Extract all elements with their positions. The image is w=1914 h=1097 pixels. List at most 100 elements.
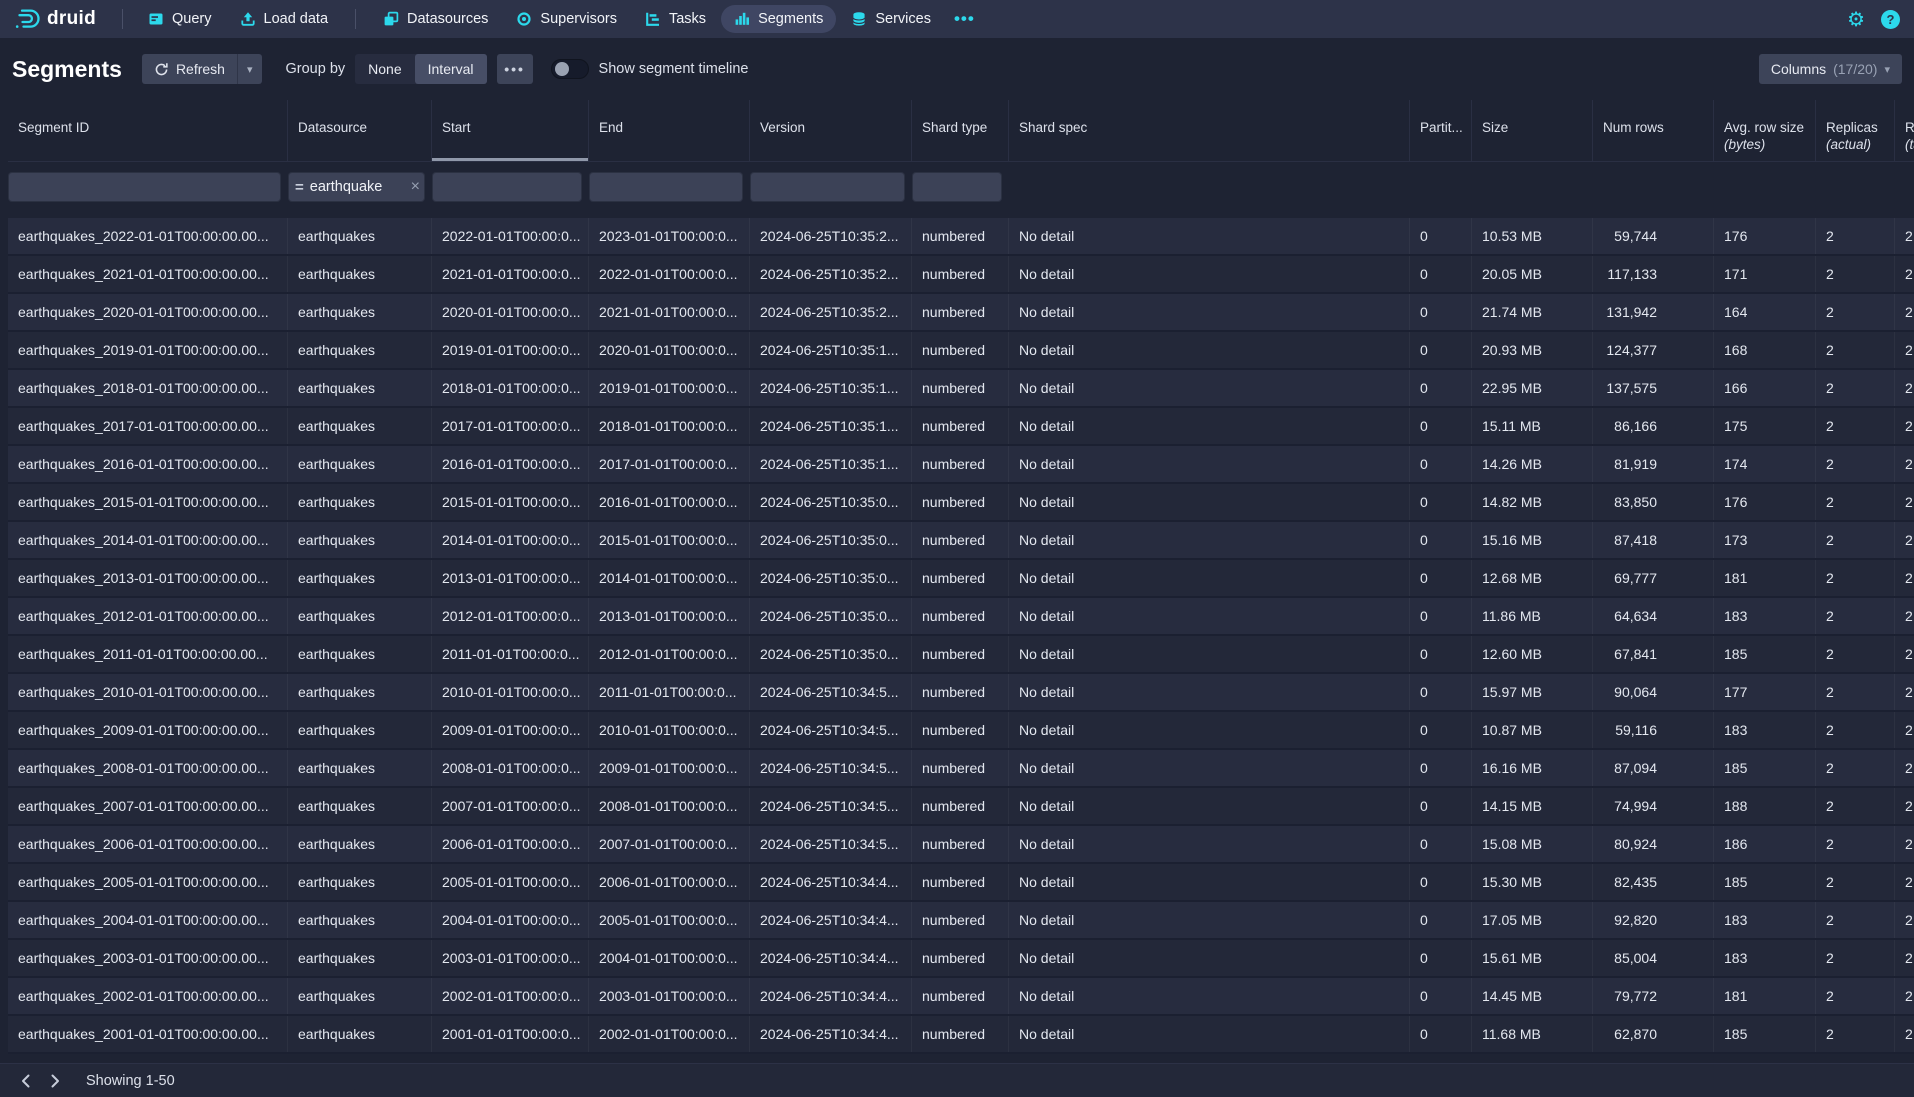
cell-shard_type[interactable]: numbered [912, 750, 1009, 786]
cell-version[interactable]: 2024-06-25T10:34:5... [750, 826, 912, 862]
cell-version[interactable]: 2024-06-25T10:34:5... [750, 750, 912, 786]
cell-partition[interactable]: 0 [1410, 598, 1472, 634]
cell-shard_spec[interactable]: No detail [1009, 788, 1410, 824]
cell-shard_spec[interactable]: No detail [1009, 826, 1410, 862]
cell-avg_row_size[interactable]: 186 [1714, 826, 1816, 862]
previous-page-button[interactable] [10, 1068, 40, 1094]
cell-replicas[interactable]: 2 [1816, 750, 1895, 786]
cell-replication_factor[interactable]: 2 [1895, 446, 1914, 482]
cell-version[interactable]: 2024-06-25T10:35:2... [750, 256, 912, 292]
cell-shard_type[interactable]: numbered [912, 902, 1009, 938]
nav-item-query[interactable]: Query [135, 5, 225, 33]
cell-shard_type[interactable]: numbered [912, 598, 1009, 634]
cell-start[interactable]: 2022-01-01T00:00:0... [432, 218, 589, 254]
cell-replicas[interactable]: 2 [1816, 674, 1895, 710]
cell-size[interactable]: 15.30 MB [1472, 864, 1593, 900]
cell-replication_factor[interactable]: 2 [1895, 256, 1914, 292]
cell-start[interactable]: 2013-01-01T00:00:0... [432, 560, 589, 596]
cell-version[interactable]: 2024-06-25T10:35:2... [750, 218, 912, 254]
cell-start[interactable]: 2019-01-01T00:00:0... [432, 332, 589, 368]
cell-datasource[interactable]: earthquakes [288, 636, 432, 672]
cell-version[interactable]: 2024-06-25T10:35:2... [750, 294, 912, 330]
cell-segment_id[interactable]: earthquakes_2004-01-01T00:00:00.00... [8, 902, 288, 938]
cell-version[interactable]: 2024-06-25T10:34:4... [750, 902, 912, 938]
cell-partition[interactable]: 0 [1410, 522, 1472, 558]
group-by-option-none[interactable]: None [355, 54, 414, 84]
cell-avg_row_size[interactable]: 176 [1714, 218, 1816, 254]
cell-avg_row_size[interactable]: 174 [1714, 446, 1816, 482]
cell-start[interactable]: 2011-01-01T00:00:0... [432, 636, 589, 672]
cell-datasource[interactable]: earthquakes [288, 750, 432, 786]
filter-input-version[interactable] [750, 172, 905, 202]
cell-start[interactable]: 2014-01-01T00:00:0... [432, 522, 589, 558]
cell-start[interactable]: 2018-01-01T00:00:0... [432, 370, 589, 406]
cell-num_rows[interactable]: 74,994 [1593, 788, 1714, 824]
cell-avg_row_size[interactable]: 166 [1714, 370, 1816, 406]
cell-start[interactable]: 2006-01-01T00:00:0... [432, 826, 589, 862]
cell-size[interactable]: 15.97 MB [1472, 674, 1593, 710]
cell-avg_row_size[interactable]: 185 [1714, 1016, 1816, 1052]
cell-num_rows[interactable]: 92,820 [1593, 902, 1714, 938]
cell-partition[interactable]: 0 [1410, 826, 1472, 862]
cell-replicas[interactable]: 2 [1816, 788, 1895, 824]
cell-start[interactable]: 2003-01-01T00:00:0... [432, 940, 589, 976]
cell-size[interactable]: 12.60 MB [1472, 636, 1593, 672]
druid-logo[interactable]: druid [14, 7, 96, 31]
table-row[interactable]: earthquakes_2018-01-01T00:00:00.00...ear… [8, 370, 1914, 408]
cell-segment_id[interactable]: earthquakes_2001-01-01T00:00:00.00... [8, 1016, 288, 1052]
cell-num_rows[interactable]: 59,116 [1593, 712, 1714, 748]
cell-size[interactable]: 10.87 MB [1472, 712, 1593, 748]
cell-num_rows[interactable]: 124,377 [1593, 332, 1714, 368]
cell-avg_row_size[interactable]: 168 [1714, 332, 1816, 368]
filter-input-end[interactable] [589, 172, 743, 202]
datasource-filter-chip[interactable]: =earthquake× [288, 172, 425, 202]
cell-shard_spec[interactable]: No detail [1009, 332, 1410, 368]
cell-segment_id[interactable]: earthquakes_2022-01-01T00:00:00.00... [8, 218, 288, 254]
cell-version[interactable]: 2024-06-25T10:34:4... [750, 978, 912, 1014]
column-header-avg_row_size[interactable]: Avg. row size(bytes) [1714, 100, 1816, 161]
cell-end[interactable]: 2006-01-01T00:00:0... [589, 864, 750, 900]
cell-version[interactable]: 2024-06-25T10:35:0... [750, 522, 912, 558]
cell-size[interactable]: 22.95 MB [1472, 370, 1593, 406]
cell-num_rows[interactable]: 69,777 [1593, 560, 1714, 596]
cell-datasource[interactable]: earthquakes [288, 408, 432, 444]
cell-avg_row_size[interactable]: 181 [1714, 560, 1816, 596]
cell-start[interactable]: 2020-01-01T00:00:0... [432, 294, 589, 330]
cell-size[interactable]: 17.05 MB [1472, 902, 1593, 938]
cell-partition[interactable]: 0 [1410, 370, 1472, 406]
nav-item-datasources[interactable]: Datasources [370, 5, 501, 33]
table-row[interactable]: earthquakes_2015-01-01T00:00:00.00...ear… [8, 484, 1914, 522]
cell-end[interactable]: 2015-01-01T00:00:0... [589, 522, 750, 558]
cell-size[interactable]: 15.08 MB [1472, 826, 1593, 862]
cell-datasource[interactable]: earthquakes [288, 712, 432, 748]
cell-end[interactable]: 2008-01-01T00:00:0... [589, 788, 750, 824]
cell-segment_id[interactable]: earthquakes_2007-01-01T00:00:00.00... [8, 788, 288, 824]
cell-size[interactable]: 14.82 MB [1472, 484, 1593, 520]
cell-start[interactable]: 2012-01-01T00:00:0... [432, 598, 589, 634]
cell-avg_row_size[interactable]: 173 [1714, 522, 1816, 558]
cell-num_rows[interactable]: 80,924 [1593, 826, 1714, 862]
cell-partition[interactable]: 0 [1410, 636, 1472, 672]
cell-start[interactable]: 2009-01-01T00:00:0... [432, 712, 589, 748]
cell-shard_type[interactable]: numbered [912, 522, 1009, 558]
cell-partition[interactable]: 0 [1410, 864, 1472, 900]
cell-end[interactable]: 2010-01-01T00:00:0... [589, 712, 750, 748]
cell-replication_factor[interactable]: 2 [1895, 332, 1914, 368]
cell-segment_id[interactable]: earthquakes_2019-01-01T00:00:00.00... [8, 332, 288, 368]
cell-size[interactable]: 10.53 MB [1472, 218, 1593, 254]
cell-size[interactable]: 21.74 MB [1472, 294, 1593, 330]
cell-size[interactable]: 20.05 MB [1472, 256, 1593, 292]
cell-version[interactable]: 2024-06-25T10:34:5... [750, 788, 912, 824]
cell-end[interactable]: 2012-01-01T00:00:0... [589, 636, 750, 672]
cell-shard_spec[interactable]: No detail [1009, 902, 1410, 938]
cell-end[interactable]: 2019-01-01T00:00:0... [589, 370, 750, 406]
cell-replicas[interactable]: 2 [1816, 902, 1895, 938]
cell-partition[interactable]: 0 [1410, 446, 1472, 482]
cell-size[interactable]: 11.68 MB [1472, 1016, 1593, 1052]
cell-avg_row_size[interactable]: 183 [1714, 902, 1816, 938]
cell-partition[interactable]: 0 [1410, 978, 1472, 1014]
cell-avg_row_size[interactable]: 183 [1714, 598, 1816, 634]
cell-datasource[interactable]: earthquakes [288, 256, 432, 292]
nav-item-segments[interactable]: Segments [721, 5, 836, 33]
cell-version[interactable]: 2024-06-25T10:34:5... [750, 674, 912, 710]
